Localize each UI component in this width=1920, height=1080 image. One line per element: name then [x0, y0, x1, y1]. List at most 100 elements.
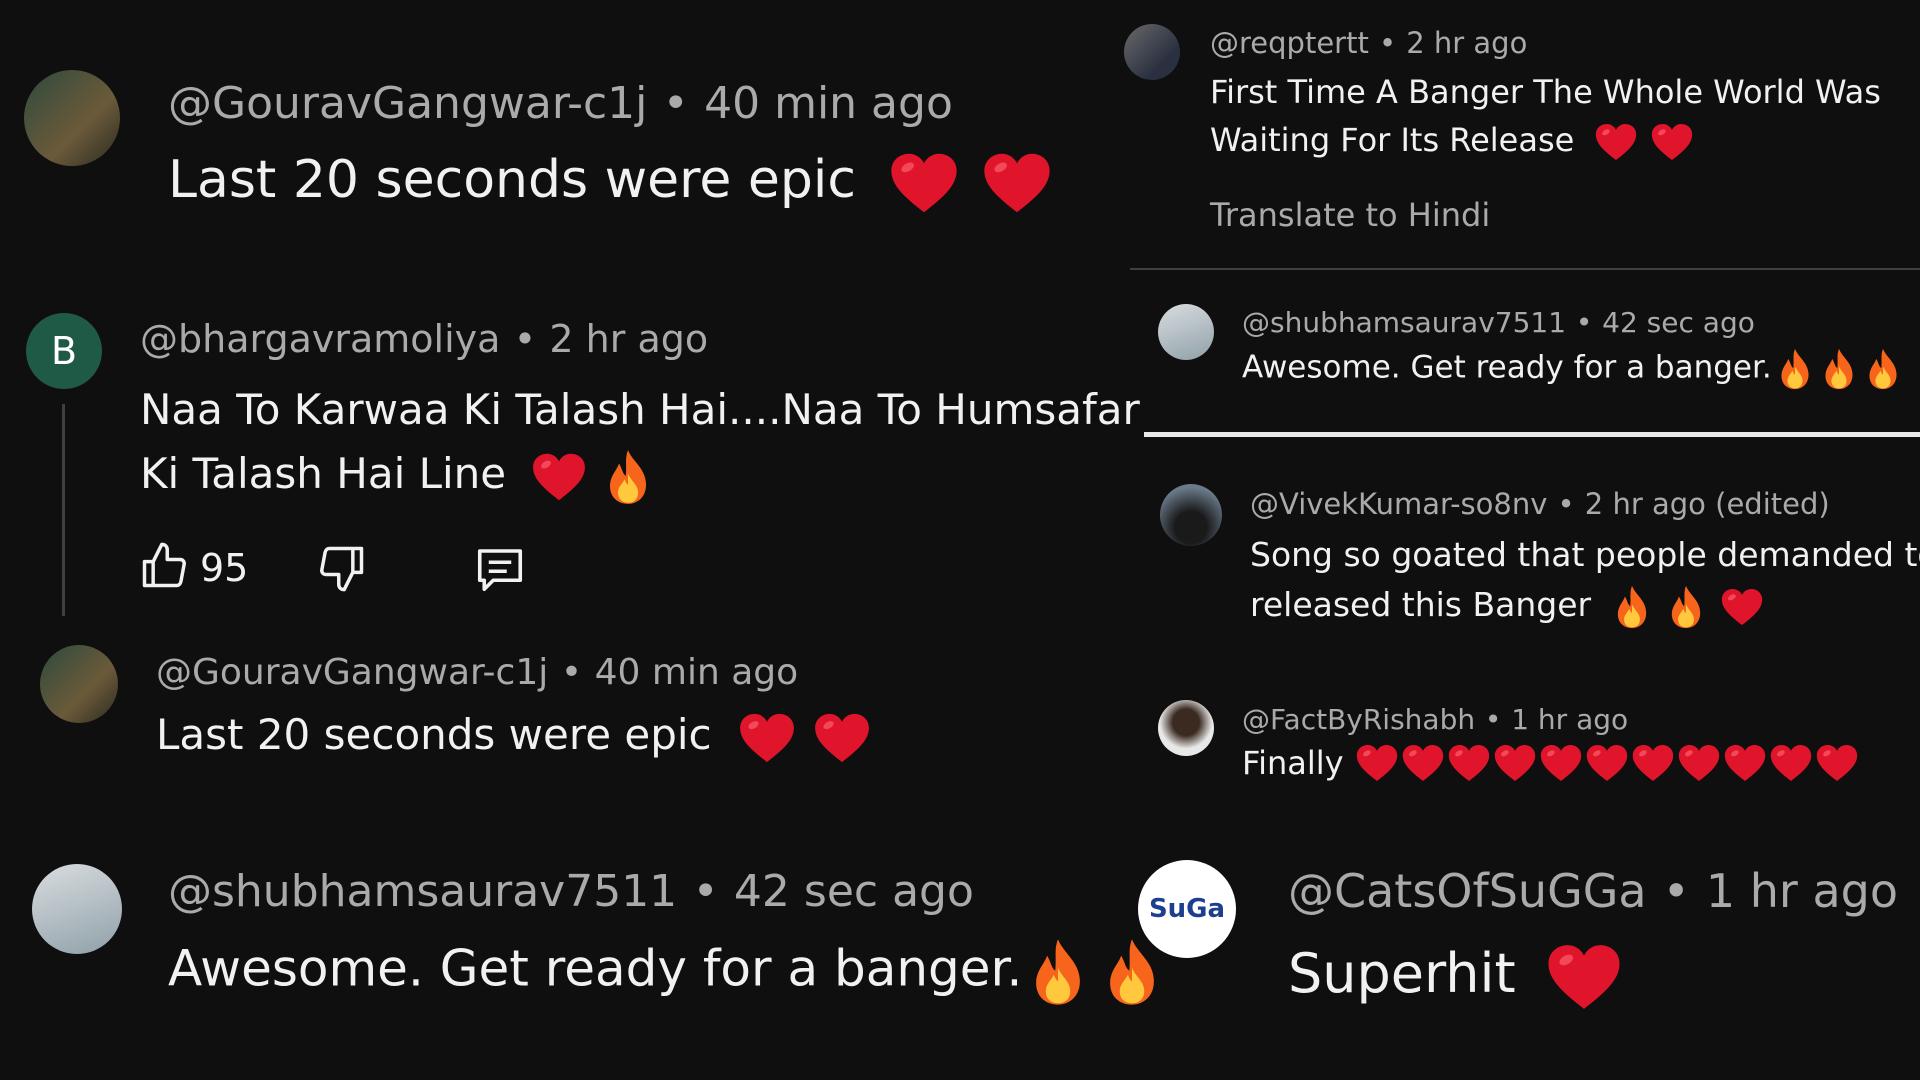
comment-body-line-1: Naa To Karwaa Ki Talash Hai....Naa To Hu…: [140, 385, 1140, 434]
comment-handle[interactable]: @reqptertt: [1210, 26, 1369, 60]
fire-emoji: [1866, 348, 1900, 390]
red-heart-emoji: [890, 152, 958, 214]
comment-handle[interactable]: @FactByRishabh: [1242, 703, 1475, 736]
comment-handle[interactable]: @bhargavramoliya: [140, 317, 500, 361]
comment-text: Awesome. Get ready for a banger.: [1242, 348, 1900, 390]
thumbs-down-icon: [316, 542, 368, 598]
comment-time[interactable]: 1 hr ago: [1706, 864, 1898, 918]
fire-emoji: [1778, 348, 1812, 390]
red-heart-emoji: [1547, 943, 1621, 1011]
red-heart-emoji: [1651, 123, 1693, 161]
comment-handle[interactable]: @VivekKumar-so8nv: [1250, 487, 1547, 521]
red-heart-emoji: [532, 452, 586, 502]
comment-body-line-2-row: Waiting For Its Release: [1210, 116, 1881, 164]
red-heart-emoji: [1724, 744, 1766, 782]
comment-body: Last 20 seconds were epic: [168, 150, 856, 210]
separator-dot: •: [513, 317, 537, 361]
comment-time[interactable]: 40 min ago: [704, 78, 953, 129]
comment-meta: @shubhamsaurav7511 • 42 sec ago: [1242, 306, 1755, 339]
red-heart-emoji: [1402, 744, 1444, 782]
separator-dot: •: [662, 78, 689, 129]
comment-text: Finally: [1242, 744, 1858, 782]
avatar-logo-text: SuGa: [1148, 894, 1226, 924]
separator-dot: •: [1662, 864, 1690, 918]
comment-handle[interactable]: @GouravGangwar-c1j: [168, 78, 647, 129]
comment-time[interactable]: 2 hr ago: [1406, 26, 1527, 60]
comment-meta: @reqptertt • 2 hr ago: [1210, 26, 1527, 60]
red-heart-emoji: [814, 712, 870, 764]
comment-time[interactable]: 40 min ago: [595, 652, 799, 693]
comment-body-line-2: Waiting For Its Release: [1210, 121, 1575, 159]
comment-meta: @VivekKumar-so8nv • 2 hr ago (edited): [1250, 487, 1830, 521]
divider: [1130, 268, 1920, 270]
red-heart-emoji: [983, 152, 1051, 214]
red-heart-emoji: [1448, 744, 1490, 782]
comment-body-line-2: released this Banger: [1250, 585, 1592, 624]
red-heart-emoji: [1586, 744, 1628, 782]
separator-dot: •: [560, 652, 583, 693]
like-count: 95: [200, 546, 249, 590]
comment-text: Naa To Karwaa Ki Talash Hai....Naa To Hu…: [140, 378, 1140, 506]
comment-time[interactable]: 2 hr ago: [549, 317, 708, 361]
comment-time[interactable]: 1 hr ago: [1511, 703, 1628, 736]
comment-body: Awesome. Get ready for a banger.: [1242, 349, 1772, 386]
comment-body-line-2-row: released this Banger: [1250, 580, 1920, 630]
comment-body: Awesome. Get ready for a banger.: [168, 939, 1023, 998]
separator-dot: •: [1378, 26, 1397, 60]
comment-text: Awesome. Get ready for a banger.: [168, 938, 1160, 1006]
separator-dot: •: [1484, 703, 1502, 736]
comment-body: Finally: [1242, 744, 1344, 782]
red-heart-emoji: [1678, 744, 1720, 782]
fire-emoji: [1668, 585, 1704, 629]
comment-text: Last 20 seconds were epic: [168, 150, 1051, 214]
dislike-button[interactable]: [316, 542, 368, 598]
separator-dot: •: [1557, 487, 1575, 521]
red-heart-emoji: [1816, 744, 1858, 782]
comment-meta: @CatsOfSuGGa • 1 hr ago: [1288, 864, 1898, 918]
comment-meta: @GouravGangwar-c1j • 40 min ago: [168, 78, 953, 129]
reply-button[interactable]: [472, 542, 528, 600]
comment-meta: @GouravGangwar-c1j • 40 min ago: [156, 652, 798, 693]
divider: [1144, 432, 1920, 437]
avatar-factbyrishabh[interactable]: [1158, 700, 1214, 756]
red-heart-emoji: [1540, 744, 1582, 782]
fire-emoji: [1822, 348, 1856, 390]
comment-handle[interactable]: @CatsOfSuGGa: [1288, 864, 1647, 918]
avatar-reqptertt[interactable]: [1124, 24, 1180, 80]
thread-line: [62, 404, 65, 616]
comment-time[interactable]: 42 sec ago: [734, 866, 974, 917]
comment-body-line-2-row: Ki Talash Hai Line: [140, 442, 1140, 506]
avatar-gourav-1[interactable]: [24, 70, 120, 166]
red-heart-emoji: [1770, 744, 1812, 782]
reply-icon: [472, 542, 528, 600]
comment-time[interactable]: 2 hr ago (edited): [1585, 487, 1830, 521]
translate-link[interactable]: Translate to Hindi: [1210, 196, 1490, 234]
red-heart-emoji: [1595, 123, 1637, 161]
fire-emoji: [1614, 585, 1650, 629]
red-heart-emoji: [1632, 744, 1674, 782]
comment-time[interactable]: 42 sec ago: [1602, 306, 1755, 339]
comment-meta: @bhargavramoliya • 2 hr ago: [140, 317, 708, 361]
avatar-vivek[interactable]: [1160, 484, 1222, 546]
avatar-shubham-2[interactable]: [1158, 304, 1214, 360]
avatar-letter: B: [50, 329, 78, 373]
comment-body-line-1: First Time A Banger The Whole World Was: [1210, 73, 1881, 111]
thumbs-up-icon: [138, 540, 190, 596]
fire-emoji: [605, 449, 651, 505]
avatar-shubham-1[interactable]: [32, 864, 122, 954]
comment-meta: @FactByRishabh • 1 hr ago: [1242, 703, 1628, 736]
separator-dot: •: [1575, 306, 1593, 339]
comment-handle[interactable]: @shubhamsaurav7511: [168, 866, 677, 917]
comment-text: First Time A Banger The Whole World Was …: [1210, 68, 1881, 164]
fire-emoji: [1104, 938, 1160, 1006]
avatar-catsofsugga[interactable]: SuGa: [1138, 860, 1236, 958]
comment-handle[interactable]: @GouravGangwar-c1j: [156, 652, 548, 693]
comment-meta: @shubhamsaurav7511 • 42 sec ago: [168, 866, 974, 917]
like-button[interactable]: 95: [138, 540, 248, 596]
fire-emoji: [1030, 938, 1086, 1006]
avatar-bhargav[interactable]: B: [26, 313, 102, 389]
avatar-gourav-2[interactable]: [40, 645, 118, 723]
comment-handle[interactable]: @shubhamsaurav7511: [1242, 306, 1566, 339]
red-heart-emoji: [739, 712, 795, 764]
comment-body: Superhit: [1288, 942, 1516, 1005]
